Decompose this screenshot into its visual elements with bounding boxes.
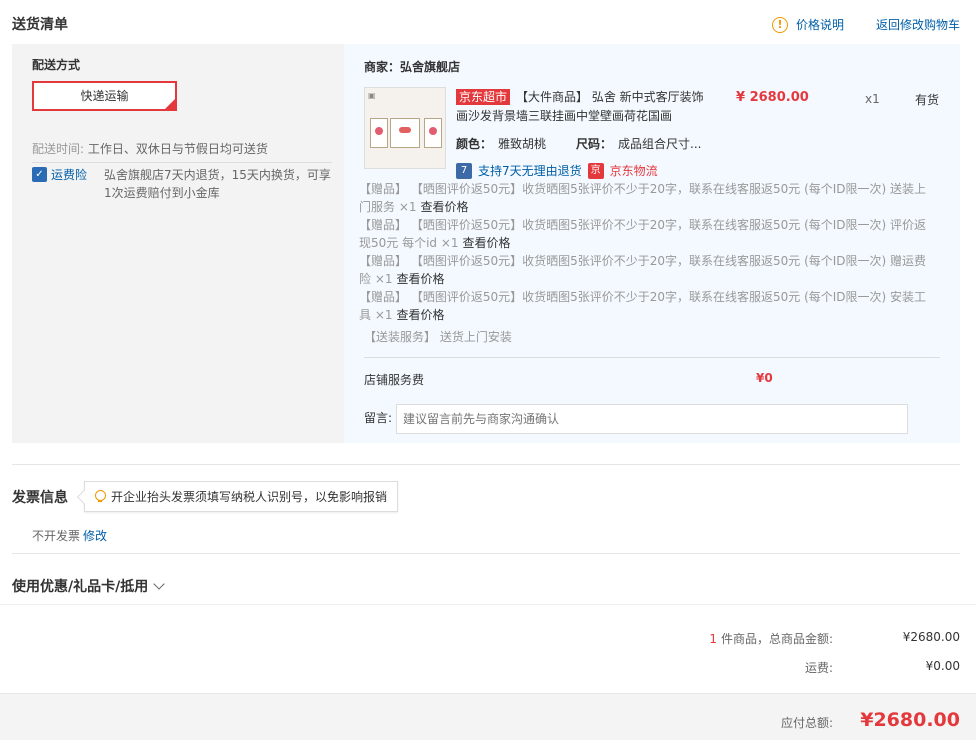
lightbulb-icon — [95, 490, 106, 503]
price-note-link[interactable]: ! 价格说明 — [772, 16, 844, 33]
seven-day-return-icon: 7 — [456, 162, 472, 179]
store-service-fee-label: 店铺服务费 — [364, 373, 425, 387]
service-badges: 7 支持7天无理由退货 京 京东物流 — [456, 162, 658, 179]
freight-value: ¥0.00 — [925, 659, 960, 673]
painting-panel-middle — [390, 118, 420, 148]
invoice-title: 发票信息 — [12, 490, 68, 506]
item-count: 1 — [709, 632, 717, 646]
delivery-time-value: 工作日、双休日与节假日均可送货 — [87, 142, 268, 156]
divider — [12, 553, 960, 554]
insurance-badge-label: 运费险 — [51, 168, 88, 182]
tooltip-arrow — [76, 489, 92, 505]
freight-label: 运费: — [804, 661, 833, 675]
insurance-badge[interactable]: ✓ 运费险 — [32, 166, 87, 183]
size-value: 成品组合尺寸... — [618, 137, 702, 151]
shipping-method-button[interactable]: 快递运输 — [32, 81, 177, 111]
painting-panel-left — [370, 118, 388, 148]
payable-total: ¥2680.00 — [860, 709, 960, 731]
divider — [32, 162, 332, 163]
product-thumbnail[interactable]: ▣ — [364, 87, 446, 169]
product-size: 尺码： 成品组合尺寸... — [576, 135, 701, 152]
shipping-method-label: 配送方式 — [32, 58, 81, 72]
insurance-description: 弘舍旗舰店7天内退货，15天内换货，可享1次运费赔付到小金库 — [104, 168, 331, 200]
back-to-cart-link[interactable]: 返回修改购物车 — [876, 16, 960, 33]
return-policy-link[interactable]: 支持7天无理由退货 — [478, 162, 582, 179]
product-color: 颜色： 雅致胡桃 — [456, 135, 546, 152]
product-name-link[interactable]: 京东超市 【大件商品】 弘舍 新中式客厅装饰画沙发背景墙三联挂画中堂壁画荷花国画 — [456, 88, 706, 126]
product-price: ¥ 2680.00 — [736, 90, 809, 105]
coupon-label: 使用优惠/礼品卡/抵用 — [12, 579, 149, 595]
selected-corner-icon — [165, 99, 175, 109]
divider — [364, 357, 940, 358]
shipping-method-text: 快递运输 — [80, 89, 129, 103]
item-count-label: 1 件商品，总商品金额: — [709, 630, 833, 647]
view-price-link[interactable]: 查看价格 — [397, 272, 445, 286]
item-count-text: 件商品，总商品金额: — [720, 632, 833, 646]
price-note-label: 价格说明 — [796, 18, 845, 32]
brand-mark-icon: ▣ — [368, 91, 376, 100]
store-service-fee-value: ¥0 — [756, 371, 773, 385]
jd-logistics-icon: 京 — [587, 162, 604, 179]
divider — [0, 604, 976, 605]
invoice-value: 不开发票 — [32, 529, 81, 543]
invoice-tip-text: 开企业抬头发票须填写纳税人识别号，以免影响报销 — [111, 490, 388, 504]
product-quantity: x1 — [865, 92, 880, 106]
payable-label: 应付总额: — [780, 716, 833, 730]
chevron-down-icon — [153, 578, 165, 590]
view-price-link[interactable]: 查看价格 — [421, 200, 469, 214]
merchant-name: 商家：弘舍旗舰店 — [364, 60, 461, 74]
delivery-time: 配送时间: 工作日、双休日与节假日均可送货 — [32, 140, 268, 157]
divider — [12, 464, 960, 465]
page-title: 送货清单 — [12, 17, 68, 33]
view-price-link[interactable]: 查看价格 — [463, 236, 511, 250]
painting-panel-right — [424, 118, 442, 148]
delivery-time-label: 配送时间: — [32, 142, 85, 156]
view-price-link[interactable]: 查看价格 — [397, 308, 445, 322]
gift-item: 【赠品】 【晒图评价返50元】收货晒图5张评价不少于20字，联系在线客服返50元… — [359, 216, 934, 252]
size-label: 尺码： — [576, 137, 613, 151]
gift-item: 【赠品】 【晒图评价返50元】收货晒图5张评价不少于20字，联系在线客服返50元… — [359, 252, 934, 288]
jd-logistics-label: 京东物流 — [609, 164, 658, 178]
shield-icon: ✓ — [32, 167, 47, 182]
invoice-tip: 开企业抬头发票须填写纳税人识别号，以免影响报销 — [76, 481, 399, 512]
coupon-toggle[interactable]: 使用优惠/礼品卡/抵用 — [12, 576, 165, 596]
stock-status: 有货 — [915, 93, 940, 107]
color-label: 颜色： — [456, 137, 493, 151]
gift-item: 【赠品】 【晒图评价返50元】收货晒图5张评价不少于20字，联系在线客服返50元… — [359, 180, 934, 216]
goods-total-value: ¥2680.00 — [902, 630, 960, 644]
color-value: 雅致胡桃 — [498, 137, 547, 151]
gift-text: 【赠品】 【晒图评价返50元】收货晒图5张评价不少于20字，联系在线客服返50元… — [359, 218, 927, 250]
warning-icon: ! — [772, 16, 788, 33]
jd-supermarket-tag: 京东超市 — [456, 89, 511, 105]
remark-label: 留言: — [364, 411, 393, 425]
gift-list: 【赠品】 【晒图评价返50元】收货晒图5张评价不少于20字，联系在线客服返50元… — [359, 180, 934, 324]
invoice-edit-link[interactable]: 修改 — [83, 527, 107, 544]
remark-input[interactable] — [396, 404, 908, 434]
gift-item: 【赠品】 【晒图评价返50元】收货晒图5张评价不少于20字，联系在线客服返50元… — [359, 288, 934, 324]
install-service: 【送装服务】 送货上门安装 — [364, 330, 512, 344]
